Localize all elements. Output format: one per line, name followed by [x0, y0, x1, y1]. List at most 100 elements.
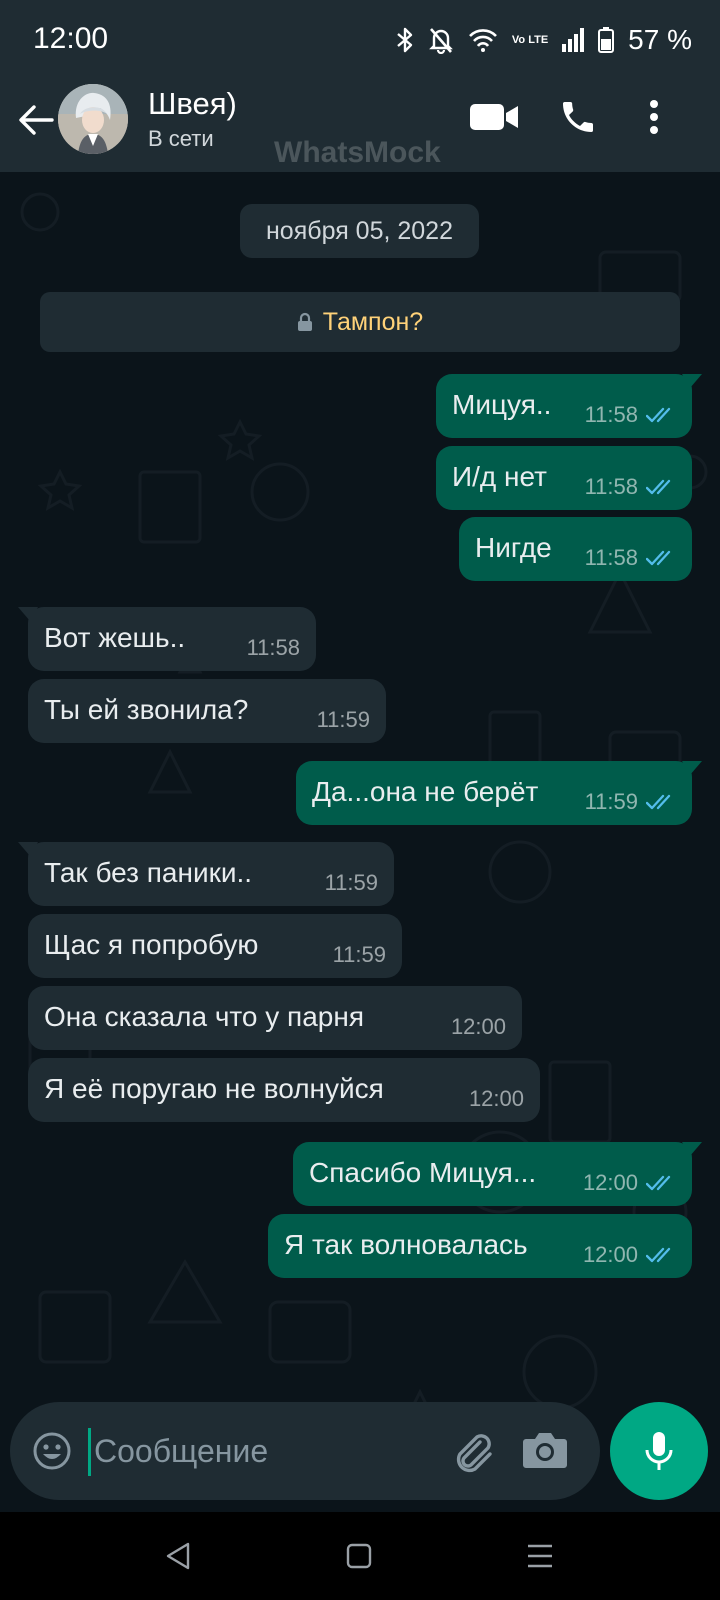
message-meta: 11:59 [569, 761, 676, 815]
attach-icon [456, 1434, 492, 1473]
message-text: Так без паники.. [44, 857, 253, 888]
message-meta: 12:00 [567, 1142, 676, 1196]
message-text: Она сказала что у парня [44, 1001, 364, 1032]
message-outgoing[interactable]: Спасибо Мицуя... 12:00 [293, 1142, 702, 1206]
message-meta: 11:58 [569, 517, 676, 571]
signal-icon [562, 28, 585, 52]
message-text: И/д нет [452, 461, 547, 492]
bluetooth-icon [396, 26, 414, 54]
status-time: 12:00 [33, 22, 109, 55]
battery-icon [598, 27, 615, 53]
voice-record-button[interactable] [610, 1402, 708, 1500]
nav-home-icon [346, 1543, 372, 1569]
bubble-tail [682, 1142, 702, 1156]
message-input[interactable] [94, 1420, 434, 1482]
message-incoming[interactable]: Так без паники.. 11:59 [18, 842, 394, 906]
chat-header: Швея) В сети WhatsMock [0, 80, 720, 172]
date-chip: ноября 05, 2022 [240, 204, 479, 258]
volte-label: Vo LTE [511, 34, 549, 46]
nav-back-button[interactable] [158, 1536, 198, 1576]
message-text: Я так волновалась [284, 1229, 528, 1260]
message-meta: 12:00 [567, 1214, 676, 1268]
bubble-tail [18, 607, 38, 621]
mute-bell-icon [428, 26, 454, 54]
nav-home-button[interactable] [339, 1536, 379, 1576]
wifi-icon [468, 28, 498, 52]
emoji-icon [33, 1432, 71, 1470]
message-incoming[interactable]: Я её поругаю не волнуйся 12:00 [28, 1058, 540, 1122]
nav-back-icon [166, 1542, 190, 1570]
double-check-icon [646, 479, 671, 495]
message-time: 12:00 [582, 1170, 638, 1195]
message-text: Щас я попробую [44, 929, 259, 960]
watermark: WhatsMock [274, 136, 441, 169]
bubble-tail [682, 374, 702, 388]
system-nav-bar [0, 1512, 720, 1600]
message-meta: 11:58 [569, 446, 676, 500]
voice-call-button[interactable] [550, 92, 606, 142]
nav-recents-icon [528, 1544, 552, 1568]
message-time: 11:58 [584, 402, 638, 427]
emoji-button[interactable] [32, 1431, 72, 1471]
camera-button[interactable] [522, 1430, 568, 1472]
message-outgoing[interactable]: И/д нет 11:58 [436, 446, 692, 510]
avatar[interactable] [58, 84, 128, 154]
message-time: 11:58 [246, 635, 300, 660]
message-text: Ты ей звонила? [44, 694, 249, 725]
message-meta: 12:00 [435, 986, 506, 1040]
contact-name[interactable]: Швея) [148, 86, 237, 122]
video-call-button[interactable] [467, 92, 523, 142]
message-outgoing[interactable]: Да...она не берёт 11:59 [296, 761, 702, 825]
nav-recents-button[interactable] [520, 1536, 560, 1576]
video-call-icon [470, 104, 518, 130]
voice-call-icon [563, 102, 593, 132]
message-meta: 11:58 [569, 374, 676, 428]
camera-icon [523, 1433, 567, 1468]
more-options-icon [650, 100, 658, 134]
double-check-icon [646, 407, 671, 423]
double-check-icon [646, 794, 671, 810]
message-time: 12:00 [582, 1242, 638, 1267]
message-text: Мицуя.. [452, 389, 552, 420]
message-time: 11:59 [316, 707, 370, 732]
message-outgoing[interactable]: Мицуя.. 11:58 [436, 374, 702, 438]
message-incoming[interactable]: Она сказала что у парня 12:00 [28, 986, 522, 1050]
message-text: Спасибо Мицуя... [309, 1157, 537, 1188]
message-meta: 11:59 [317, 914, 386, 968]
message-time: 11:58 [584, 474, 638, 499]
status-icons: Vo LTE 57 % [396, 22, 692, 58]
status-bar: 12:00 Vo LTE 57 % [0, 0, 720, 80]
message-time: 11:58 [584, 545, 638, 570]
bubble-tail [682, 761, 702, 775]
double-check-icon [646, 1175, 671, 1191]
message-incoming[interactable]: Вот жешь.. 11:58 [18, 607, 316, 671]
text-cursor [88, 1428, 91, 1476]
message-meta: 11:58 [231, 607, 300, 661]
mic-icon [645, 1432, 673, 1470]
message-composer [10, 1402, 600, 1500]
message-time: 12:00 [468, 1086, 524, 1111]
message-time: 11:59 [332, 942, 386, 967]
message-outgoing[interactable]: Нигде 11:58 [459, 517, 692, 581]
message-time: 11:59 [324, 870, 378, 895]
contact-status: В сети [148, 126, 214, 151]
attach-button[interactable] [450, 1428, 498, 1476]
message-meta: 12:00 [453, 1058, 524, 1112]
message-meta: 11:59 [309, 842, 378, 896]
message-meta: 11:59 [301, 679, 370, 733]
message-outgoing[interactable]: Я так волновалась 12:00 [268, 1214, 692, 1278]
lock-icon [297, 312, 312, 331]
encryption-notice[interactable]: Тампон? [40, 292, 680, 352]
message-incoming[interactable]: Щас я попробую 11:59 [28, 914, 402, 978]
chat-area[interactable]: ноября 05, 2022 Тампон? Мицуя.. 11:58 И/… [0, 172, 720, 1512]
message-time: 11:59 [584, 789, 638, 814]
more-options-button[interactable] [636, 92, 672, 142]
battery-level: 57 % [628, 24, 692, 55]
back-button[interactable] [14, 98, 58, 142]
message-text: Да...она не берёт [312, 776, 539, 807]
message-incoming[interactable]: Ты ей звонила? 11:59 [28, 679, 386, 743]
message-text: Вот жешь.. [44, 622, 186, 653]
encryption-notice-text: Тампон? [322, 307, 424, 336]
message-text: Я её поругаю не волнуйся [44, 1073, 384, 1104]
double-check-icon [646, 1247, 671, 1263]
